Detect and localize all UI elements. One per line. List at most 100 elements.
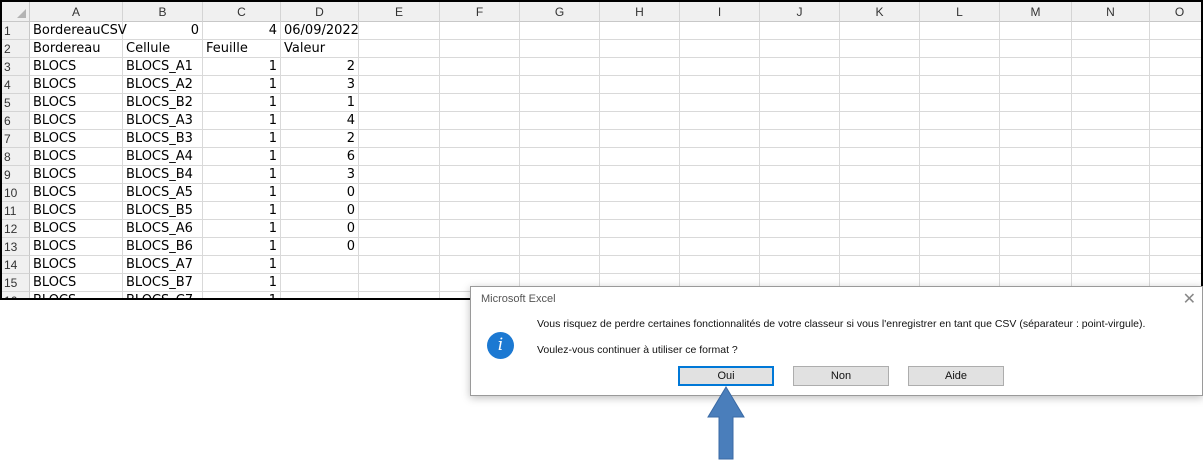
cell[interactable] [840,130,920,148]
cell[interactable] [600,202,680,220]
cell[interactable] [840,112,920,130]
select-all-corner[interactable] [2,2,30,22]
cell[interactable]: 6 [281,148,359,166]
cell[interactable] [1000,256,1072,274]
cell[interactable] [440,184,520,202]
cell[interactable] [680,184,760,202]
cell[interactable] [920,220,1000,238]
cell[interactable]: BLOCS_B6 [123,238,203,256]
cell[interactable] [1150,184,1201,202]
cell[interactable]: 1 [281,94,359,112]
cell[interactable] [359,292,440,298]
cell[interactable] [520,148,600,166]
cell[interactable] [760,112,840,130]
cell[interactable] [760,22,840,40]
column-header-l[interactable]: L [920,2,1000,22]
cell[interactable] [600,184,680,202]
cell[interactable] [760,130,840,148]
cell[interactable]: 1 [203,274,281,292]
cell[interactable] [600,238,680,256]
cell[interactable] [440,148,520,166]
cell[interactable] [1072,112,1150,130]
cell[interactable]: 1 [203,292,281,298]
cell[interactable] [359,202,440,220]
column-header-f[interactable]: F [440,2,520,22]
cell[interactable] [1000,166,1072,184]
cell[interactable] [520,202,600,220]
cell[interactable] [1150,238,1201,256]
column-header-i[interactable]: I [680,2,760,22]
cell[interactable] [359,112,440,130]
column-header-b[interactable]: B [123,2,203,22]
row-header[interactable]: 14 [2,256,30,274]
cell[interactable] [1000,220,1072,238]
cell[interactable] [281,256,359,274]
cell[interactable]: BLOCS_C7 [123,292,203,298]
cell[interactable] [1072,184,1150,202]
column-header-m[interactable]: M [1000,2,1072,22]
row-header[interactable]: 10 [2,184,30,202]
cell[interactable] [359,148,440,166]
cell[interactable] [680,220,760,238]
cell[interactable]: 1 [203,202,281,220]
row-header[interactable]: 8 [2,148,30,166]
cell[interactable]: BLOCS [30,292,123,298]
cell[interactable]: 2 [281,58,359,76]
cell[interactable] [1150,58,1201,76]
column-header-g[interactable]: G [520,2,600,22]
yes-button[interactable]: Oui [678,366,774,386]
cell[interactable] [920,256,1000,274]
cell[interactable] [440,166,520,184]
cell[interactable] [1072,76,1150,94]
cell[interactable]: 2 [281,130,359,148]
cell[interactable] [680,256,760,274]
cell[interactable] [1072,130,1150,148]
cell[interactable] [1150,130,1201,148]
cell[interactable] [1150,76,1201,94]
cell[interactable] [760,238,840,256]
cell[interactable] [1072,238,1150,256]
cell[interactable] [520,184,600,202]
cell[interactable]: BLOCS [30,202,123,220]
cell[interactable] [920,184,1000,202]
row-header[interactable]: 7 [2,130,30,148]
cell[interactable]: BLOCS_A7 [123,256,203,274]
cell[interactable]: Bordereau [30,40,123,58]
cell[interactable]: BLOCS_A1 [123,58,203,76]
cell[interactable] [1072,40,1150,58]
cell[interactable] [680,94,760,112]
cell[interactable] [760,184,840,202]
cell[interactable] [680,148,760,166]
cell[interactable] [1000,130,1072,148]
cell[interactable]: BLOCS [30,148,123,166]
cell[interactable]: BLOCS_A2 [123,76,203,94]
cell[interactable] [840,22,920,40]
cell[interactable] [440,112,520,130]
cell[interactable]: 1 [203,58,281,76]
cell[interactable] [440,238,520,256]
cell[interactable] [359,256,440,274]
cell[interactable]: BLOCS_A5 [123,184,203,202]
cell[interactable]: BLOCS [30,76,123,94]
cell[interactable] [520,58,600,76]
cell[interactable] [440,202,520,220]
cell[interactable] [1000,58,1072,76]
cell[interactable] [840,166,920,184]
cell[interactable] [520,130,600,148]
cell[interactable]: Feuille [203,40,281,58]
cell[interactable]: 4 [281,112,359,130]
cell[interactable]: BLOCS_B7 [123,274,203,292]
cell[interactable] [920,166,1000,184]
cell[interactable] [359,166,440,184]
cell[interactable]: 1 [203,166,281,184]
cell[interactable] [600,22,680,40]
cell[interactable] [680,202,760,220]
cell[interactable] [440,220,520,238]
cell[interactable] [1150,202,1201,220]
cell[interactable] [920,22,1000,40]
cell[interactable] [680,40,760,58]
cell[interactable] [920,202,1000,220]
help-button[interactable]: Aide [908,366,1004,386]
cell[interactable]: 1 [203,238,281,256]
cell[interactable] [1150,40,1201,58]
